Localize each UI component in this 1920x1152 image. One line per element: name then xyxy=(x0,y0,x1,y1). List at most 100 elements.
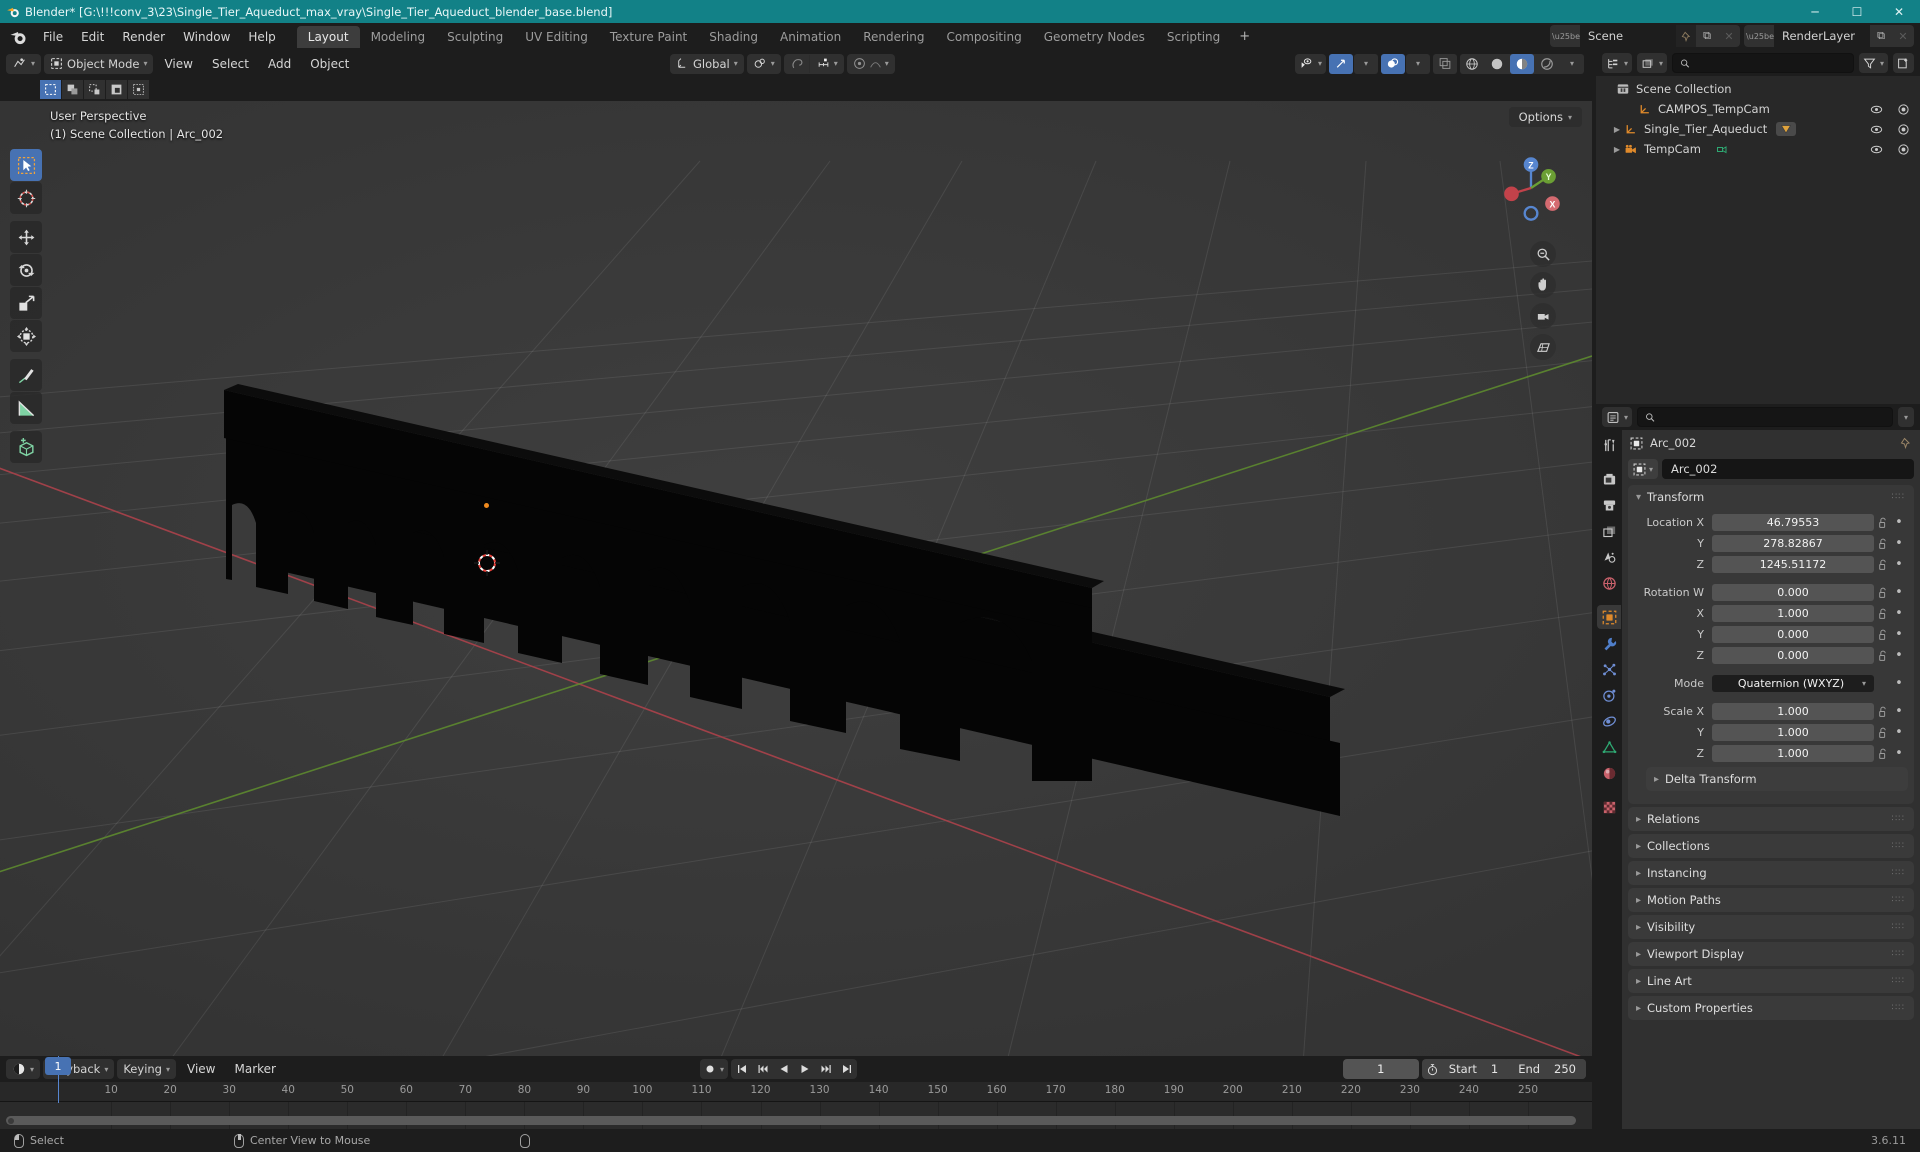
animate-property-dot[interactable]: • xyxy=(1892,628,1906,641)
eye-icon[interactable] xyxy=(1870,123,1883,136)
lock-icon[interactable] xyxy=(1874,650,1892,662)
render-tab[interactable] xyxy=(1597,467,1621,491)
physics-tab[interactable] xyxy=(1597,683,1621,707)
animate-property-dot[interactable]: • xyxy=(1892,677,1906,690)
view-layer-icon[interactable]: \u25be xyxy=(1744,25,1774,47)
new-view-layer-button[interactable]: ⧉ xyxy=(1870,25,1892,47)
auto-keying-toggle[interactable]: ▾ xyxy=(700,1059,729,1079)
view-layer-selector[interactable]: \u25be RenderLayer ⧉ ✕ xyxy=(1744,25,1914,47)
lock-icon[interactable] xyxy=(1874,706,1892,718)
proportional-editing-controls[interactable]: ▾ xyxy=(846,53,895,74)
particles-tab[interactable] xyxy=(1597,657,1621,681)
properties-options-dropdown[interactable]: ▾ xyxy=(1897,407,1914,427)
custom-properties-panel[interactable]: ▸ Custom Properties ∷∷ xyxy=(1628,996,1914,1020)
timeline-ruler[interactable]: 10 20 30 40 50 60 70 80 90 100 110 120 130 140 150 160 1… xyxy=(0,1082,1592,1102)
timeline-playback-controls[interactable]: ▾ xyxy=(700,1059,858,1079)
workspace-tab-rendering[interactable]: Rendering xyxy=(852,26,935,48)
scale-z-row[interactable]: Z 1.000 • xyxy=(1628,744,1914,763)
playback-button-group[interactable] xyxy=(731,1059,858,1079)
select-mode-intersect[interactable] xyxy=(128,79,149,99)
cursor-tool[interactable] xyxy=(10,182,42,214)
collections-panel[interactable]: ▸ Collections ∷∷ xyxy=(1628,834,1914,858)
editor-type-selector[interactable]: ▾ xyxy=(6,53,42,74)
outliner-row-campos-tempcam[interactable]: CAMPOS_TempCam xyxy=(1596,99,1920,119)
workspace-tab-compositing[interactable]: Compositing xyxy=(935,26,1032,48)
lock-icon[interactable] xyxy=(1874,517,1892,529)
workspace-tab-scripting[interactable]: Scripting xyxy=(1156,26,1231,48)
workspace-tab-modeling[interactable]: Modeling xyxy=(360,26,437,48)
measure-tool[interactable] xyxy=(10,392,42,424)
play-button[interactable] xyxy=(794,1059,815,1079)
lock-icon[interactable] xyxy=(1874,748,1892,760)
properties-search-input[interactable] xyxy=(1660,410,1885,424)
custom-properties-panel-header[interactable]: ▸ Custom Properties ∷∷ xyxy=(1628,996,1914,1020)
next-keyframe-button[interactable] xyxy=(815,1059,836,1079)
menu-window[interactable]: Window xyxy=(174,27,239,47)
location-x-row[interactable]: Location X 46.79553 • xyxy=(1628,513,1914,532)
scale-y-row[interactable]: Y 1.000 • xyxy=(1628,723,1914,742)
animate-property-dot[interactable]: • xyxy=(1892,705,1906,718)
outliner-search-input[interactable] xyxy=(1695,56,1846,70)
annotate-tool[interactable] xyxy=(10,359,42,391)
lock-icon[interactable] xyxy=(1874,629,1892,641)
outliner-modifier-badge[interactable] xyxy=(1776,122,1797,136)
remove-view-layer-button[interactable]: ✕ xyxy=(1892,25,1914,47)
camera-render-icon[interactable] xyxy=(1897,123,1910,136)
menu-help[interactable]: Help xyxy=(239,27,284,47)
motion-paths-panel-header[interactable]: ▸ Motion Paths ∷∷ xyxy=(1628,888,1914,912)
instancing-panel[interactable]: ▸ Instancing ∷∷ xyxy=(1628,861,1914,885)
timeline-playhead-label[interactable]: 1 xyxy=(45,1057,71,1075)
workspace-tab-animation[interactable]: Animation xyxy=(769,26,852,48)
rotation-x-value[interactable]: 1.000 xyxy=(1712,605,1874,622)
object-name-row[interactable]: ▾ Arc_002 xyxy=(1622,456,1920,482)
scale-y-value[interactable]: 1.000 xyxy=(1712,724,1874,741)
object-datablock-selector[interactable]: ▾ xyxy=(1628,459,1659,479)
outliner-search-box[interactable] xyxy=(1672,53,1854,73)
timeline-menu-view[interactable]: View xyxy=(179,1060,223,1078)
scale-tool[interactable] xyxy=(10,287,42,319)
rotation-w-row[interactable]: Rotation W 0.000 • xyxy=(1628,583,1914,602)
zoom-icon[interactable] xyxy=(1530,241,1556,267)
outliner-row-scene-collection[interactable]: Scene Collection xyxy=(1596,79,1920,99)
view-layer-tab[interactable] xyxy=(1597,519,1621,543)
viewport-menu-object[interactable]: Object xyxy=(302,55,357,73)
delta-transform-panel[interactable]: ▸ Delta Transform xyxy=(1646,767,1908,791)
animate-property-dot[interactable]: • xyxy=(1892,726,1906,739)
animate-property-dot[interactable]: • xyxy=(1892,537,1906,550)
viewport-display-panel[interactable]: ▸ Viewport Display ∷∷ xyxy=(1628,942,1914,966)
timeline-editor-type-selector[interactable]: ▾ xyxy=(6,1059,41,1079)
data-tab[interactable] xyxy=(1597,735,1621,759)
location-y-row[interactable]: Y 278.82867 • xyxy=(1628,534,1914,553)
scale-z-value[interactable]: 1.000 xyxy=(1712,745,1874,762)
texture-tab[interactable] xyxy=(1597,795,1621,819)
menu-file[interactable]: File xyxy=(34,27,72,47)
outliner-new-collection-button[interactable] xyxy=(1893,53,1914,73)
viewport-options-button[interactable]: Options ▾ xyxy=(1508,107,1582,127)
outliner-visibility-controls[interactable] xyxy=(1870,143,1910,156)
timeline-frame-controls[interactable]: 1 Start 1 End 250 xyxy=(1342,1059,1586,1079)
outliner-visibility-controls[interactable] xyxy=(1870,103,1910,116)
menu-edit[interactable]: Edit xyxy=(72,27,113,47)
viewport-nav-buttons[interactable] xyxy=(1530,241,1556,360)
snap-controls[interactable]: ▾ xyxy=(783,53,844,74)
outliner-camera-data-badge[interactable] xyxy=(1715,143,1729,155)
line-art-panel[interactable]: ▸ Line Art ∷∷ xyxy=(1628,969,1914,993)
location-z-value[interactable]: 1245.51172 xyxy=(1712,556,1874,573)
close-button[interactable]: ✕ xyxy=(1878,0,1920,23)
camera-render-icon[interactable] xyxy=(1897,143,1910,156)
gizmo-toggle[interactable] xyxy=(1329,53,1353,74)
outliner-display-mode-selector[interactable]: ▾ xyxy=(1637,53,1668,73)
shading-solid-button[interactable] xyxy=(1485,53,1509,74)
tool-tab[interactable] xyxy=(1597,433,1621,457)
overlay-options-dropdown[interactable]: ▾ xyxy=(1406,53,1430,74)
world-tab[interactable] xyxy=(1597,571,1621,595)
transform-tool[interactable] xyxy=(10,320,42,352)
window-controls[interactable]: ─ ☐ ✕ xyxy=(1794,0,1920,23)
scene-name[interactable]: Scene xyxy=(1580,25,1676,47)
jump-to-start-button[interactable] xyxy=(731,1059,752,1079)
outliner-row-tempcam[interactable]: ▶ TempCam xyxy=(1596,139,1920,159)
navigation-gizmo[interactable]: Z Y X xyxy=(1492,149,1570,227)
breadcrumb[interactable]: Arc_002 xyxy=(1622,430,1920,456)
instancing-panel-header[interactable]: ▸ Instancing ∷∷ xyxy=(1628,861,1914,885)
delta-transform-panel-header[interactable]: ▸ Delta Transform xyxy=(1646,767,1908,791)
